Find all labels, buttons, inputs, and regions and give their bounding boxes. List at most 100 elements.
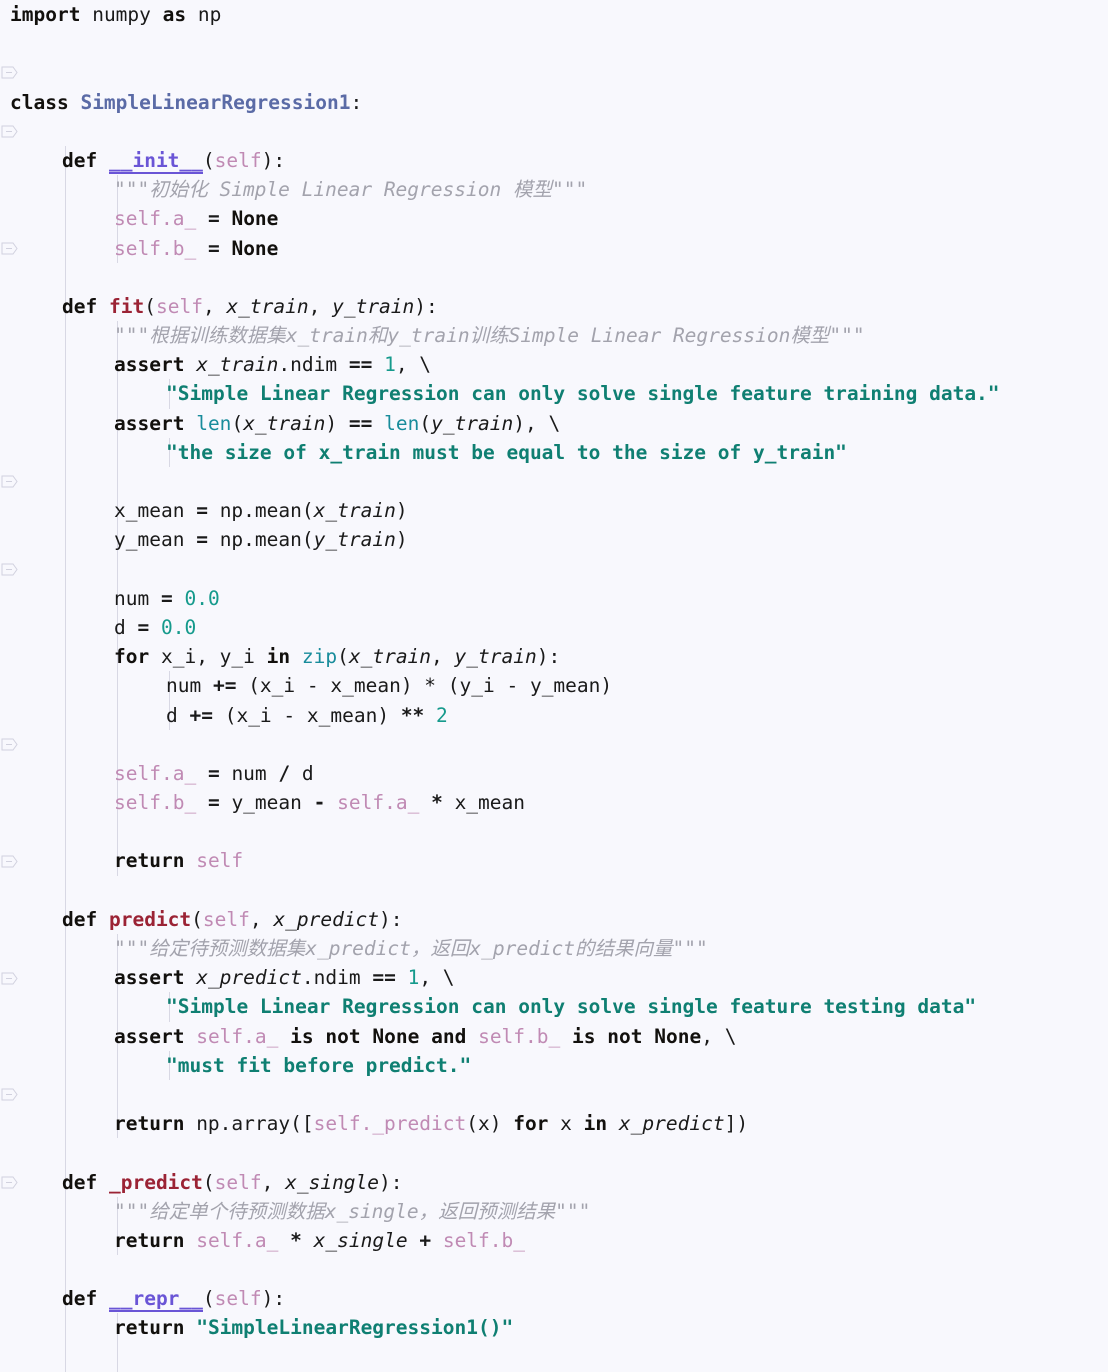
code-line[interactable] [0,467,1108,497]
token-param: x_train [243,411,326,435]
code-line[interactable] [0,58,1108,87]
token-str: "Simple Linear Regression can only solve… [166,995,977,1019]
code-line[interactable]: num = 0.0 [0,583,1108,613]
code-line[interactable]: num += (x_i - x_mean) * (y_i - y_mean) [0,671,1108,701]
code-line[interactable]: import numpy as np [0,0,1108,29]
token-op: = [196,528,208,552]
code-line[interactable] [0,554,1108,584]
token-dunder: __init__ [108,148,203,174]
code-editor[interactable]: import numpy as np class SimpleLinearReg… [0,0,1108,1372]
code-content[interactable]: import numpy as np class SimpleLinearReg… [0,0,1108,1372]
code-line[interactable] [0,1138,1108,1168]
token-plain: ( [337,645,349,669]
code-line[interactable]: assert x_predict.ndim == 1, \ [0,963,1108,993]
code-line[interactable]: def predict(self, x_predict): [0,904,1108,934]
token-kw: assert [114,353,185,377]
code-line-text: assert x_predict.ndim == 1, \ [0,966,455,989]
token-param: x_single [285,1170,380,1194]
code-line-text: return self.a_ * x_single + self.b_ [0,1229,525,1252]
code-line[interactable]: self.b_ = None [0,233,1108,263]
code-line[interactable] [0,117,1108,146]
token-fname: predict [108,907,192,931]
code-line[interactable]: assert self.a_ is not None and self.b_ i… [0,1021,1108,1051]
token-kw: return [114,849,185,873]
code-line[interactable] [0,875,1108,905]
code-line-text: """给定待预测数据集x_predict，返回x_predict的结果向量""" [0,937,708,960]
code-line[interactable]: """初始化 Simple Linear Regression 模型""" [0,175,1108,205]
code-line[interactable]: self.a_ = num / d [0,758,1108,789]
token-builtin: len [196,411,232,435]
token-plain: (x) [466,1112,514,1136]
code-line[interactable]: def fit(self, x_train, y_train): [0,291,1108,322]
code-line[interactable]: x_mean = np.mean(x_train) [0,496,1108,526]
token-attr: . [243,1228,255,1252]
code-line[interactable] [0,1342,1108,1372]
token-attr: . [525,1024,537,1048]
code-line[interactable] [0,1079,1108,1110]
code-line[interactable]: "Simple Linear Regression can only solve… [0,992,1108,1022]
token-num: 2 [436,703,448,727]
code-line[interactable]: assert len(x_train) == len(y_train), \ [0,408,1108,438]
token-op: = [207,236,220,260]
code-line[interactable] [0,729,1108,759]
token-attr: _predict [372,1112,467,1136]
token-selfkw: self [442,1228,490,1252]
token-kw: class [10,90,69,114]
code-line[interactable]: return self.a_ * x_single + self.b_ [0,1225,1108,1256]
token-plain: ) [395,499,408,523]
code-line-text: "Simple Linear Regression can only solve… [0,382,1000,405]
code-line[interactable] [0,262,1108,292]
token-op: += [189,703,213,727]
code-line-text: """初始化 Simple Linear Regression 模型""" [0,178,587,201]
code-line[interactable]: """根据训练数据集x_train和y_train训练Simple Linear… [0,321,1108,351]
code-line[interactable]: def __repr__(self): [0,1284,1108,1314]
code-line[interactable]: return np.array([self._predict(x) for x … [0,1109,1108,1139]
code-line[interactable]: self.a_ = None [0,204,1108,234]
code-line[interactable]: y_mean = np.mean(y_train) [0,525,1108,555]
code-line[interactable]: self.b_ = y_mean - self.a_ * x_mean [0,788,1108,818]
token-plain: y_mean [219,791,314,815]
token-selfkw: self [313,1112,361,1136]
token-kw: is [290,1024,314,1048]
code-line[interactable]: "the size of x_train must be equal to th… [0,437,1108,467]
code-line[interactable]: """给定单个待预测数据x_single，返回预测结果""" [0,1196,1108,1226]
code-line[interactable]: "must fit before predict." [0,1050,1108,1080]
code-line-text: """给定单个待预测数据x_single，返回预测结果""" [0,1200,590,1223]
token-op: = [207,791,220,815]
code-line[interactable]: return self [0,846,1108,876]
code-line[interactable]: d += (x_i - x_mean) ** 2 [0,700,1108,730]
token-plain: np [219,499,244,523]
code-line[interactable]: d = 0.0 [0,612,1108,643]
code-line[interactable]: def __init__(self): [0,145,1108,176]
token-kw: assert [114,411,185,435]
code-line[interactable]: "Simple Linear Regression can only solve… [0,379,1108,409]
code-line[interactable]: for x_i, y_i in zip(x_train, y_train): [0,642,1108,672]
token-plain: (x_i - x_mean) [212,703,401,727]
token-plain: ( [419,411,432,435]
token-plain: : [350,90,363,114]
code-line[interactable]: assert x_train.ndim == 1, \ [0,350,1108,380]
code-line[interactable]: """给定待预测数据集x_predict，返回x_predict的结果向量""" [0,934,1108,964]
code-line[interactable]: return "SimpleLinearRegression1()" [0,1313,1108,1343]
code-line-text: return np.array([self._predict(x) for x … [0,1112,748,1135]
code-line-text: assert self.a_ is not None and self.b_ i… [0,1025,736,1048]
code-line-text: self.b_ = y_mean - self.a_ * x_mean [0,791,525,814]
code-line[interactable] [0,1255,1108,1285]
token-kw: def [62,294,98,318]
token-plain: y_mean [114,528,197,552]
token-plain: .mean( [243,528,314,552]
code-line[interactable] [0,29,1108,58]
code-line[interactable] [0,817,1108,847]
code-line[interactable]: def _predict(self, x_single): [0,1167,1108,1197]
code-line[interactable]: class SimpleLinearRegression1: [0,88,1108,117]
